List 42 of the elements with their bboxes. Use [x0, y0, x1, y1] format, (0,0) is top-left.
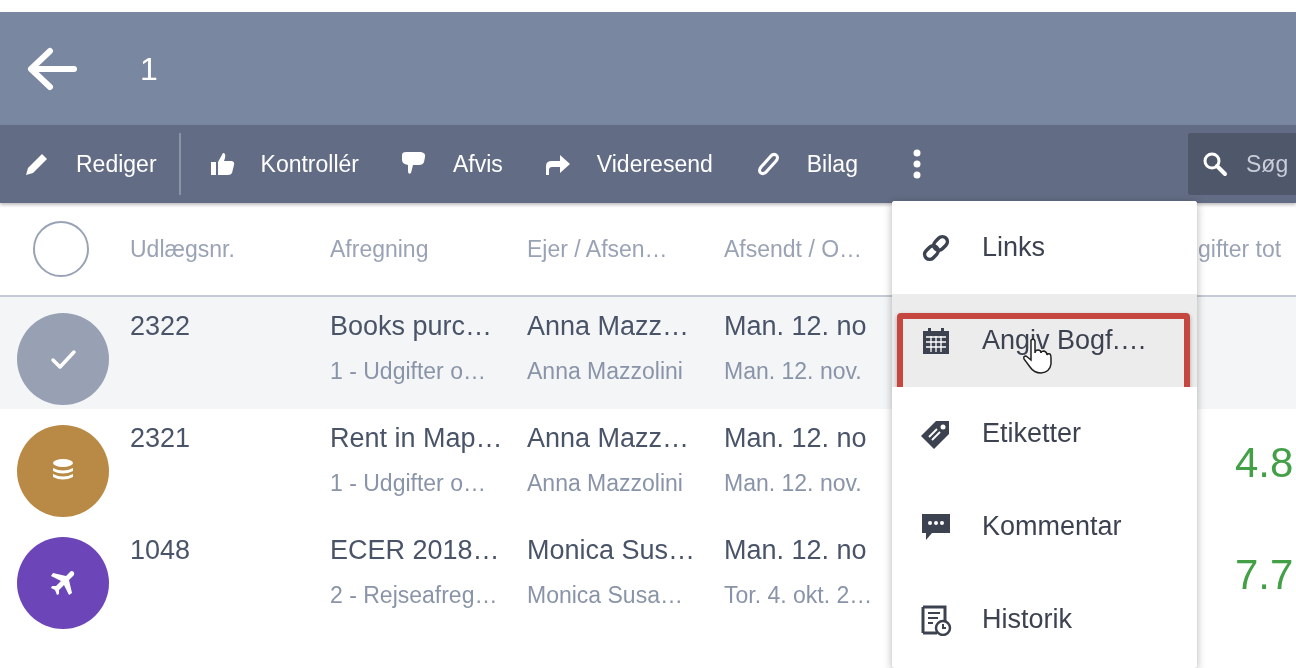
back-button[interactable] [26, 46, 78, 91]
menu-item[interactable]: Links [892, 201, 1197, 294]
menu-item[interactable]: Kommentar [892, 480, 1197, 573]
page-title: 1 [140, 49, 158, 89]
table-cell-text: Man. 12. nov. [724, 469, 862, 499]
history-icon [920, 603, 952, 636]
back-arrow-icon [26, 46, 78, 91]
table-cell: Man. 12. no [724, 423, 867, 455]
table-cell: Books purc… [330, 311, 493, 343]
toolbar-button[interactable]: Videresend [542, 146, 713, 182]
toolbar-button[interactable]: Bilag [752, 146, 858, 182]
table-cell: Rent in Map… [330, 423, 503, 455]
search-input[interactable]: Søg [1244, 145, 1296, 183]
menu-item[interactable]: Etiketter [892, 387, 1197, 480]
table-cell: Anna Mazz… [527, 311, 690, 343]
toolbar-button[interactable]: Afvis [399, 146, 503, 182]
amount-cell-text: 4.8 [1234, 438, 1294, 488]
select-all-checkbox[interactable] [33, 221, 89, 277]
table-cell-text: Man. 12. nov. [724, 357, 862, 387]
table-cell: 1048 [130, 535, 191, 567]
table-cell: 2322 [130, 311, 191, 343]
search-field[interactable]: Søg [1188, 133, 1296, 195]
table-cell-text: 1 - Udgifter o… [330, 469, 486, 499]
amount-cell-text: 7.7 [1234, 550, 1294, 600]
more-vertical-icon [911, 149, 922, 179]
table-cell: Monica Sus… [527, 535, 696, 567]
table-cell-text: Anna Mazzolini [527, 469, 683, 499]
table-cell: Man. 12. no [724, 311, 867, 343]
table-cell: ECER 2018… [330, 535, 500, 567]
toolbar-button[interactable]: Rediger [22, 146, 157, 182]
menu-item[interactable]: Angiv Bogf.… [892, 294, 1197, 387]
menu-item[interactable]: Historik [892, 573, 1197, 666]
toolbar-button[interactable]: Kontrollér [206, 146, 359, 182]
table-cell-text: 1 - Udgifter o… [330, 357, 486, 387]
table-cell-text: Anna Mazzolini [527, 357, 683, 387]
table-cell-text: Tor. 4. okt. 2… [724, 581, 873, 611]
table-cell-text: Monica Susa… [527, 581, 683, 611]
table-cell: 2321 [130, 423, 191, 455]
table-cell-text: 2 - Rejseafreg… [330, 581, 498, 611]
table-cell: Anna Mazz… [527, 423, 690, 455]
table-cell: Man. 12. no [724, 535, 867, 567]
search-icon [1202, 151, 1228, 177]
